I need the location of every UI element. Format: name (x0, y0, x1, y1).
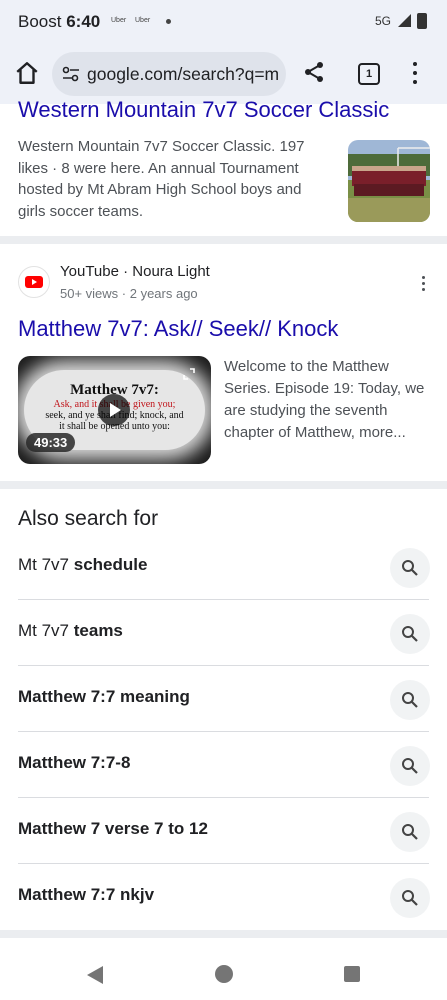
more-notifications-icon (166, 19, 171, 24)
carrier-time: Boost 6:40 (18, 12, 100, 32)
uber-notification-icon: Uber (135, 17, 151, 24)
related-search-item[interactable]: Matthew 7:7 nkjv (0, 864, 447, 930)
browser-toolbar: google.com/search?q=m 1 (0, 44, 447, 104)
search-icon[interactable] (390, 614, 430, 654)
result-title-soccer-classic[interactable]: Western Mountain 7v7 Soccer Classic (18, 97, 389, 123)
recents-icon[interactable] (344, 966, 360, 982)
result-source[interactable]: YouTube · Noura Light (60, 263, 210, 280)
play-icon[interactable] (98, 394, 130, 426)
search-icon[interactable] (390, 746, 430, 786)
clock: 6:40 (66, 12, 101, 31)
system-navigation-bar (0, 940, 447, 1000)
related-search-text[interactable]: Mt 7v7 teams (18, 621, 123, 641)
uber-notification-icon: Uber (111, 17, 127, 24)
search-icon[interactable] (390, 878, 430, 918)
network-type: 5G (374, 14, 391, 28)
section-divider (0, 236, 447, 244)
back-icon[interactable] (87, 966, 103, 984)
result-title-matthew[interactable]: Matthew 7v7: Ask// Seek// Knock (18, 316, 338, 342)
video-thumbnail[interactable]: Matthew 7v7: Ask, and it shall be given … (18, 356, 211, 464)
section-divider (0, 481, 447, 489)
more-vert-icon[interactable] (412, 62, 418, 84)
related-search-text[interactable]: Matthew 7:7-8 (18, 753, 130, 773)
related-search-text[interactable]: Matthew 7:7 nkjv (18, 885, 154, 905)
related-search-item[interactable]: Mt 7v7 schedule (0, 534, 447, 600)
related-search-text[interactable]: Matthew 7 verse 7 to 12 (18, 819, 208, 839)
result-options-icon[interactable] (422, 276, 426, 294)
share-icon[interactable] (302, 60, 326, 84)
related-search-item[interactable]: Matthew 7:7-8 (0, 732, 447, 798)
related-search-item[interactable]: Mt 7v7 teams (0, 600, 447, 666)
tune-icon[interactable] (62, 66, 80, 82)
result-meta: 50+ views · 2 years ago (60, 286, 198, 301)
team-photo-thumbnail[interactable] (348, 140, 430, 222)
related-search-item[interactable]: Matthew 7:7 meaning (0, 666, 447, 732)
youtube-logo-icon (18, 266, 50, 298)
also-search-heading: Also search for (18, 507, 159, 530)
browser-chrome: Boost 6:40 Uber Uber 5G google.com/searc… (0, 0, 447, 104)
address-bar[interactable]: google.com/search?q=m (52, 52, 286, 96)
status-bar: Boost 6:40 Uber Uber 5G (0, 0, 447, 44)
related-search-text[interactable]: Mt 7v7 schedule (18, 555, 147, 575)
tabs-icon[interactable]: 1 (358, 63, 380, 85)
section-divider (0, 930, 447, 938)
search-icon[interactable] (390, 812, 430, 852)
signal-icon (398, 14, 411, 27)
result-description: Western Mountain 7v7 Soccer Classic. 197… (18, 138, 305, 220)
url-text[interactable]: google.com/search?q=m (87, 64, 279, 85)
carrier-label: Boost (18, 12, 62, 31)
search-icon[interactable] (390, 680, 430, 720)
video-description: Welcome to the Matthew Series. Episode 1… (224, 358, 425, 441)
battery-icon (417, 13, 427, 29)
home-icon[interactable] (14, 60, 40, 86)
search-icon[interactable] (390, 548, 430, 588)
video-duration: 49:33 (26, 433, 76, 452)
related-search-item[interactable]: Matthew 7 verse 7 to 12 (0, 798, 447, 864)
fullscreen-icon[interactable] (183, 368, 195, 380)
related-search-text[interactable]: Matthew 7:7 meaning (18, 687, 190, 707)
home-nav-icon[interactable] (215, 965, 233, 983)
